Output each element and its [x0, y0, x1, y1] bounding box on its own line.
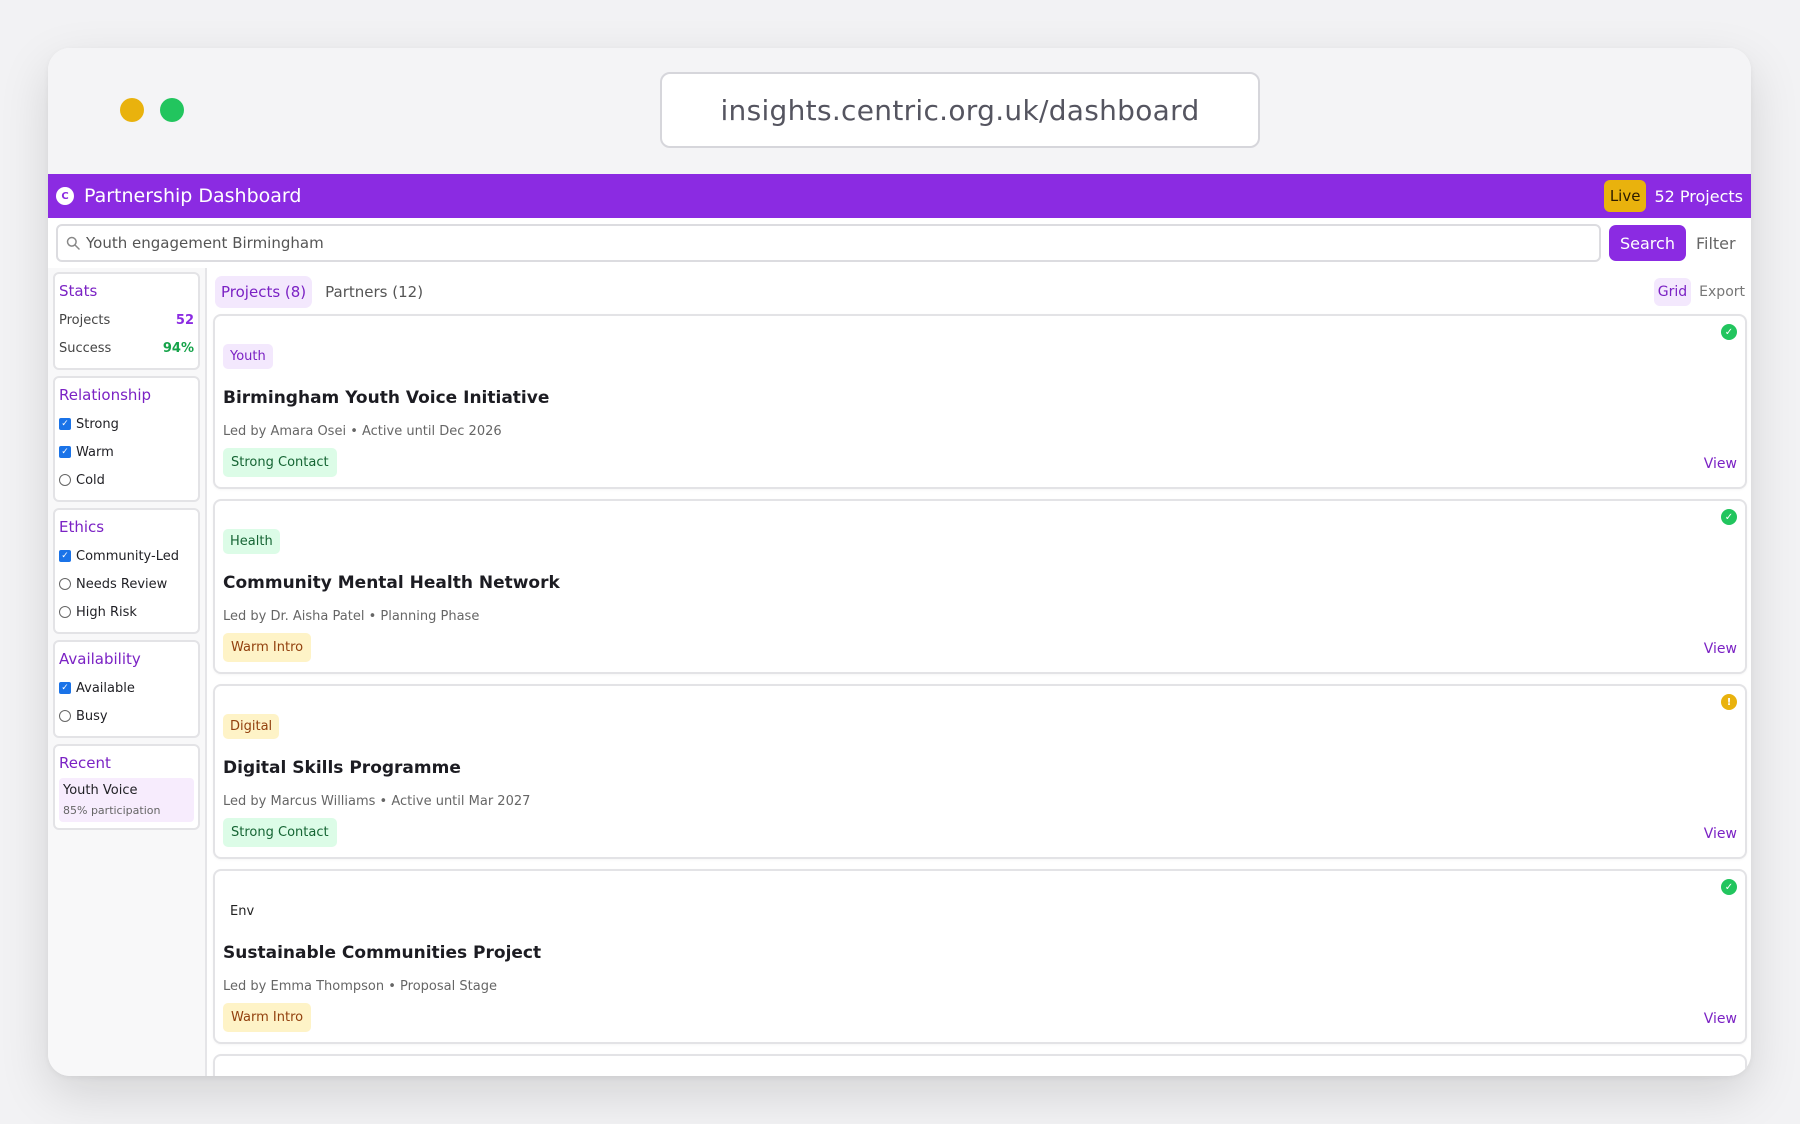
grid-view-button[interactable]: Grid: [1653, 278, 1692, 306]
contact-badge: Warm Intro: [223, 633, 312, 662]
stats-title: Stats: [59, 282, 98, 300]
stat-label: Projects: [59, 312, 111, 328]
browser-chrome: insights.centric.org.uk/dashboard: [48, 48, 1751, 174]
view-link[interactable]: View: [1704, 826, 1737, 842]
maximize-window-button[interactable]: [160, 98, 184, 122]
app-header: C Partnership Dashboard Live 52 Projects: [48, 174, 1751, 218]
radio-unchecked[interactable]: [59, 710, 71, 722]
filter-option-cold[interactable]: Cold: [59, 466, 194, 494]
category-tag: Env: [230, 904, 255, 919]
stat-row-success: Success 94%: [59, 334, 194, 362]
radio-unchecked[interactable]: [59, 474, 71, 486]
project-card[interactable]: ✓ Health Community Mental Health Network…: [213, 499, 1747, 674]
sidebar: Stats Projects 52 Success 94% Relationsh…: [48, 268, 207, 1076]
stat-row-projects: Projects 52: [59, 306, 194, 334]
relationship-filter-panel: Relationship ✓ Strong ✓ Warm Cold: [53, 376, 200, 502]
category-tag: Youth: [223, 344, 273, 369]
filter-option-label: Community-Led: [76, 548, 179, 564]
filter-option-label: Cold: [76, 472, 105, 488]
project-meta: Led by Marcus Williams • Active until Ma…: [223, 794, 531, 809]
project-count-badge: 52 Projects: [1654, 186, 1743, 206]
live-badge: Live: [1603, 180, 1647, 212]
filter-option-busy[interactable]: Busy: [59, 702, 194, 730]
ethics-filter-panel: Ethics ✓ Community-Led Needs Review High…: [53, 508, 200, 634]
check-circle-icon: ✓: [1721, 324, 1737, 340]
project-card-list: ✓ Youth Birmingham Youth Voice Initiativ…: [213, 312, 1747, 1076]
check-circle-icon: ✓: [1721, 509, 1737, 525]
filter-option-high-risk[interactable]: High Risk: [59, 598, 194, 626]
availability-title: Availability: [59, 650, 141, 668]
project-title: Sustainable Communities Project: [223, 943, 542, 963]
project-card[interactable]: ✓ Env Sustainable Communities Project Le…: [213, 869, 1747, 1044]
contact-badge: Warm Intro: [223, 1003, 312, 1032]
view-actions: Grid Export: [1653, 278, 1745, 306]
filter-option-label: Busy: [76, 708, 108, 724]
project-card[interactable]: ✓ Youth Birmingham Youth Voice Initiativ…: [213, 314, 1747, 489]
search-input[interactable]: Youth engagement Birmingham: [56, 224, 1601, 262]
project-card[interactable]: ! Digital Digital Skills Programme Led b…: [213, 684, 1747, 859]
filter-option-needs-review[interactable]: Needs Review: [59, 570, 194, 598]
filter-option-label: Available: [76, 680, 135, 696]
availability-filter-panel: Availability ✓ Available Busy: [53, 640, 200, 738]
check-circle-icon: ✓: [1721, 879, 1737, 895]
browser-window: insights.centric.org.uk/dashboard C Part…: [48, 48, 1751, 1076]
recent-item-name: Youth Voice: [63, 783, 138, 798]
filter-option-label: Strong: [76, 416, 119, 432]
radio-unchecked[interactable]: [59, 578, 71, 590]
project-title: Community Mental Health Network: [223, 573, 560, 593]
contact-badge: Strong Contact: [223, 818, 337, 847]
relationship-title: Relationship: [59, 386, 152, 404]
filter-option-label: Warm: [76, 444, 114, 460]
recent-item[interactable]: Youth Voice 85% participation: [59, 778, 194, 822]
project-meta: Led by Emma Thompson • Proposal Stage: [223, 979, 497, 994]
stat-label: Success: [59, 340, 112, 356]
radio-unchecked[interactable]: [59, 606, 71, 618]
tab-partners[interactable]: Partners (12): [319, 276, 429, 308]
checkbox-checked[interactable]: ✓: [59, 682, 71, 694]
warning-circle-icon: !: [1721, 694, 1737, 710]
tab-projects[interactable]: Projects (8): [215, 276, 313, 308]
view-link[interactable]: View: [1704, 641, 1737, 657]
project-title: Birmingham Youth Voice Initiative: [223, 388, 550, 408]
filter-option-label: Needs Review: [76, 576, 168, 592]
project-card[interactable]: [213, 1054, 1747, 1076]
view-link[interactable]: View: [1704, 1011, 1737, 1027]
recent-panel: Recent Youth Voice 85% participation: [53, 744, 200, 830]
header-status: Live 52 Projects: [1603, 180, 1743, 212]
address-bar[interactable]: insights.centric.org.uk/dashboard: [660, 72, 1260, 148]
tab-bar: Projects (8) Partners (12) Grid Export: [213, 272, 1747, 312]
project-title: Digital Skills Programme: [223, 758, 461, 778]
filter-option-available[interactable]: ✓ Available: [59, 674, 194, 702]
filter-option-warm[interactable]: ✓ Warm: [59, 438, 194, 466]
checkbox-checked[interactable]: ✓: [59, 418, 71, 430]
checkbox-checked[interactable]: ✓: [59, 550, 71, 562]
stat-value: 94%: [162, 340, 194, 356]
recent-item-detail: 85% participation: [63, 804, 161, 817]
address-bar-url: insights.centric.org.uk/dashboard: [720, 93, 1200, 127]
search-bar: Youth engagement Birmingham Search Filte…: [48, 218, 1751, 268]
project-meta: Led by Amara Osei • Active until Dec 202…: [223, 424, 502, 439]
view-link[interactable]: View: [1704, 456, 1737, 472]
recent-title: Recent: [59, 754, 111, 772]
ethics-title: Ethics: [59, 518, 105, 536]
stat-value: 52: [175, 312, 194, 328]
stats-panel: Stats Projects 52 Success 94%: [53, 272, 200, 370]
category-tag: Health: [223, 529, 280, 554]
filter-button[interactable]: Filter: [1696, 234, 1736, 253]
category-tag: Digital: [223, 714, 280, 739]
search-button[interactable]: Search: [1609, 225, 1686, 261]
project-meta: Led by Dr. Aisha Patel • Planning Phase: [223, 609, 480, 624]
search-icon: [66, 236, 80, 250]
logo-icon: C: [56, 187, 74, 205]
filter-option-strong[interactable]: ✓ Strong: [59, 410, 194, 438]
page-title: Partnership Dashboard: [84, 185, 302, 207]
filter-option-label: High Risk: [76, 604, 137, 620]
export-button[interactable]: Export: [1699, 284, 1745, 300]
contact-badge: Strong Contact: [223, 448, 337, 477]
search-input-value: Youth engagement Birmingham: [86, 234, 324, 252]
minimize-window-button[interactable]: [120, 98, 144, 122]
checkbox-checked[interactable]: ✓: [59, 446, 71, 458]
main-content: Projects (8) Partners (12) Grid Export ✓…: [209, 268, 1751, 1076]
filter-option-community-led[interactable]: ✓ Community-Led: [59, 542, 194, 570]
